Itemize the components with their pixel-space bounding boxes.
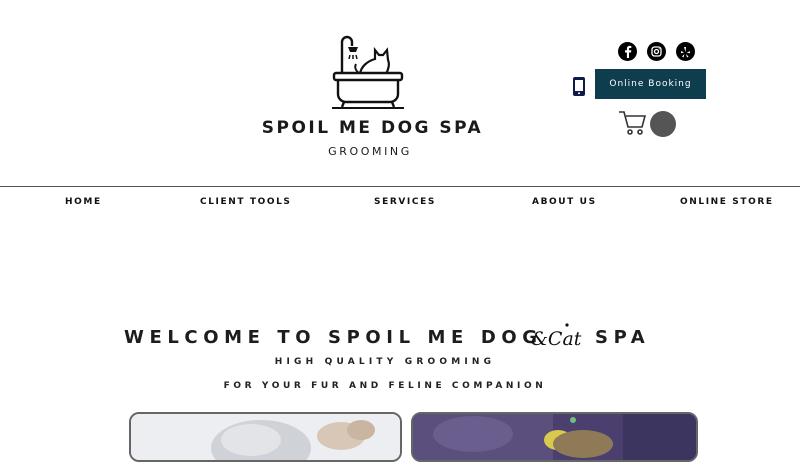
bathtub-cat-logo-icon[interactable] — [330, 34, 406, 117]
welcome-heading: WELCOME TO SPOIL ME DOG — [124, 327, 543, 348]
nav-item-client-tools[interactable]: CLIENT TOOLS — [200, 197, 292, 207]
nav-item-online-store[interactable]: ONLINE STORE — [680, 197, 774, 207]
hero-tagline: HIGH QUALITY GROOMING — [274, 357, 496, 367]
nav-item-about-us[interactable]: ABOUT US — [532, 197, 597, 207]
cart-icon[interactable] — [618, 110, 647, 142]
cat-grooming-photo — [411, 412, 698, 462]
cart-count-badge[interactable] — [650, 111, 676, 137]
header-divider — [0, 186, 800, 187]
facebook-icon[interactable] — [618, 42, 637, 61]
welcome-heading-end: SPA — [595, 327, 651, 348]
instagram-icon[interactable] — [647, 42, 666, 61]
brand-subtitle: GROOMING — [328, 145, 412, 158]
brand-name[interactable]: SPOIL ME DOG SPA — [230, 118, 515, 138]
nav-item-services[interactable]: SERVICES — [374, 197, 436, 207]
nav-item-home[interactable]: HOME — [65, 197, 102, 207]
cat-script-mark: &Cat — [530, 319, 590, 356]
dog-grooming-photo — [129, 412, 402, 462]
phone-icon[interactable] — [572, 76, 586, 102]
svg-text:&Cat: &Cat — [531, 328, 582, 350]
yelp-icon[interactable] — [676, 42, 695, 61]
hero-subtagline: FOR YOUR FUR AND FELINE COMPANION — [223, 381, 547, 391]
online-booking-button[interactable]: Online Booking — [595, 69, 706, 99]
